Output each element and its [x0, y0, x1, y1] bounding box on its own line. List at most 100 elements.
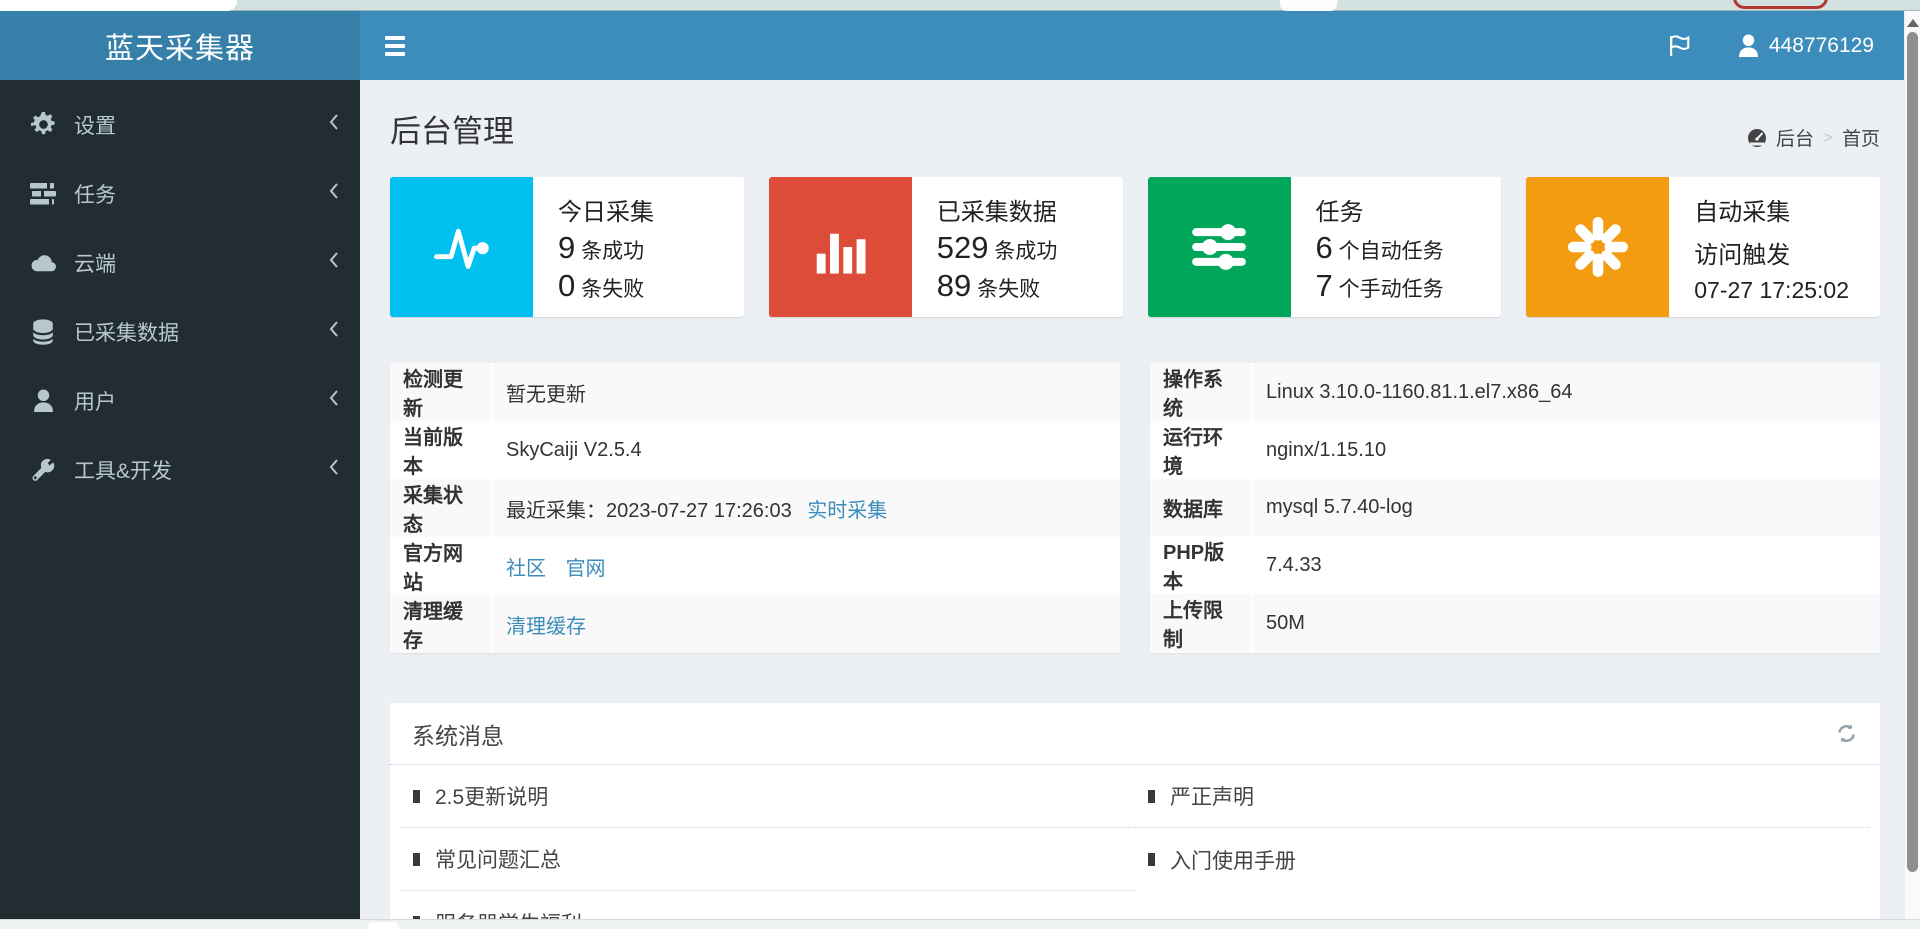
info-box-line: 529 条成功: [936, 229, 1058, 265]
chevron-left-icon: [328, 182, 340, 206]
status-pill-fragment: [368, 922, 399, 929]
message-item[interactable]: 入门使用手册: [1135, 828, 1870, 891]
table-row: 清理缓存 清理缓存: [390, 595, 1120, 653]
table-row: PHP版本 7.4.33: [1150, 536, 1880, 594]
realtime-collect-link[interactable]: 实时采集: [807, 500, 887, 522]
row-value: Linux 3.10.0-1160.81.1.el7.x86_64: [1252, 363, 1880, 421]
browser-bottom-strip: [0, 919, 1920, 929]
row-label: 上传限制: [1150, 594, 1253, 652]
dashboard-icon: [1748, 128, 1767, 147]
info-box-line: 89 条失败: [936, 268, 1041, 303]
user-icon: [29, 389, 57, 412]
info-box-tasks: 任务 6 个自动任务 7 个手动任务: [1147, 177, 1502, 317]
spinner-icon: [1526, 177, 1670, 317]
sliders-icon: [1147, 177, 1291, 317]
official-site-link[interactable]: 官网: [566, 558, 606, 580]
scrollbar-up-arrow-icon[interactable]: [1907, 19, 1919, 27]
info-box-title: 已采集数据: [936, 199, 1057, 226]
refresh-button[interactable]: [1835, 722, 1858, 745]
sidebar-item-label: 任务: [74, 183, 116, 207]
refresh-icon: [1838, 724, 1855, 743]
info-box-line: 6 个自动任务: [1315, 229, 1444, 265]
hamburger-icon: [385, 35, 405, 40]
red-annotation-oval: [1733, 0, 1828, 9]
collect-status-panel: 检测更新 暂无更新 当前版本 SkyCaiji V2.5.4 采集状态 最近采集…: [390, 363, 1120, 653]
bullet-icon: [1148, 853, 1155, 866]
top-navbar: 蓝天采集器 448776129: [0, 11, 1904, 80]
sidebar-item-collected-data[interactable]: 已采集数据: [0, 297, 360, 366]
main-content: 后台管理 后台 > 首页 今日采集 9 条成功 0 条失败 已采集数据 529 …: [360, 80, 1904, 919]
row-value: 最近采集：2023-07-27 17:26:03 实时采集: [492, 479, 1120, 537]
row-value: 50M: [1252, 594, 1880, 652]
environment-panel: 操作系统 Linux 3.10.0-1160.81.1.el7.x86_64 运…: [1150, 363, 1880, 653]
info-box-line: 9 条成功: [558, 229, 645, 265]
row-label: 数据库: [1150, 479, 1253, 536]
flag-menu-button[interactable]: [1667, 33, 1692, 58]
breadcrumb-current: 首页: [1841, 129, 1880, 150]
scrollbar-thumb[interactable]: [1907, 32, 1918, 872]
message-item[interactable]: 服务器学生福利: [400, 891, 1135, 919]
user-avatar-icon: [1738, 34, 1758, 57]
app-logo[interactable]: 蓝天采集器: [0, 11, 360, 80]
gear-icon: [29, 112, 57, 137]
table-row: 运行环境 nginx/1.15.10: [1150, 421, 1880, 479]
table-row: 官方网站 社区 官网: [390, 537, 1120, 595]
info-box-collected-data: 已采集数据 529 条成功 89 条失败: [768, 177, 1123, 317]
row-label: 操作系统: [1150, 363, 1253, 421]
user-menu[interactable]: 448776129: [1738, 34, 1874, 58]
row-label: 官方网站: [390, 537, 493, 595]
chevron-left-icon: [328, 458, 340, 482]
page-title: 后台管理: [390, 114, 514, 149]
bullet-icon: [1148, 789, 1155, 803]
database-icon: [29, 318, 57, 345]
sidebar-item-label: 已采集数据: [74, 321, 179, 345]
info-box-subtitle: 访问触发: [1694, 241, 1791, 269]
row-value: 7.4.33: [1252, 536, 1880, 594]
sidebar-item-cloud[interactable]: 云端: [0, 228, 360, 297]
row-value: 社区 官网: [492, 537, 1120, 595]
row-value: nginx/1.15.10: [1252, 421, 1880, 479]
browser-tab-fragment: [1280, 0, 1337, 11]
message-item[interactable]: 常见问题汇总: [400, 828, 1135, 891]
browser-scrollbar[interactable]: [1904, 11, 1920, 929]
sidebar-item-settings[interactable]: 设置: [0, 90, 360, 159]
sidebar-item-tasks[interactable]: 任务: [0, 159, 360, 228]
messages-left-column: 2.5更新说明 常见问题汇总 服务器学生福利: [400, 765, 1135, 919]
message-item[interactable]: 2.5更新说明: [400, 765, 1135, 828]
table-row: 上传限制 50M: [1150, 594, 1880, 652]
table-row: 操作系统 Linux 3.10.0-1160.81.1.el7.x86_64: [1150, 363, 1880, 421]
community-link[interactable]: 社区: [506, 558, 546, 580]
sidebar-item-tools-dev[interactable]: 工具&开发: [0, 435, 360, 504]
row-value: 暂无更新: [492, 363, 1120, 421]
system-messages-title: 系统消息: [412, 722, 504, 749]
table-row: 采集状态 最近采集：2023-07-27 17:26:03 实时采集: [390, 479, 1120, 537]
browser-chrome-strip: [0, 0, 1920, 11]
sidebar: 设置 任务 云端 已采集数据 用户 工具&开发: [0, 80, 360, 929]
status-tables-row: 检测更新 暂无更新 当前版本 SkyCaiji V2.5.4 采集状态 最近采集…: [390, 363, 1880, 653]
wrench-icon: [29, 458, 57, 482]
row-label: 采集状态: [390, 479, 493, 537]
row-label: 检测更新: [390, 363, 493, 421]
sidebar-item-label: 用户: [74, 390, 116, 414]
clear-cache-link[interactable]: 清理缓存: [506, 616, 586, 638]
chevron-left-icon: [328, 251, 340, 275]
sidebar-item-label: 工具&开发: [74, 459, 173, 483]
chevron-left-icon: [328, 320, 340, 344]
sidebar-toggle-button[interactable]: [385, 35, 407, 56]
breadcrumb: 后台 > 首页: [1747, 124, 1880, 151]
messages-right-column: 严正声明 入门使用手册: [1135, 765, 1870, 919]
pulse-line-icon: [390, 177, 533, 317]
sidebar-item-label: 云端: [74, 252, 116, 276]
flag-icon: [1670, 35, 1690, 56]
row-label: 清理缓存: [390, 595, 493, 653]
row-label: PHP版本: [1150, 536, 1253, 594]
browser-omnibox-fragment: [0, 0, 237, 11]
info-box-title: 任务: [1315, 199, 1364, 226]
table-row: 当前版本 SkyCaiji V2.5.4: [390, 421, 1120, 479]
row-value: mysql 5.7.40-log: [1252, 479, 1880, 536]
message-item[interactable]: 严正声明: [1135, 765, 1870, 828]
sidebar-item-users[interactable]: 用户: [0, 366, 360, 435]
bullet-icon: [413, 852, 420, 866]
chevron-left-icon: [328, 389, 340, 413]
breadcrumb-root-link[interactable]: 后台: [1776, 124, 1814, 151]
